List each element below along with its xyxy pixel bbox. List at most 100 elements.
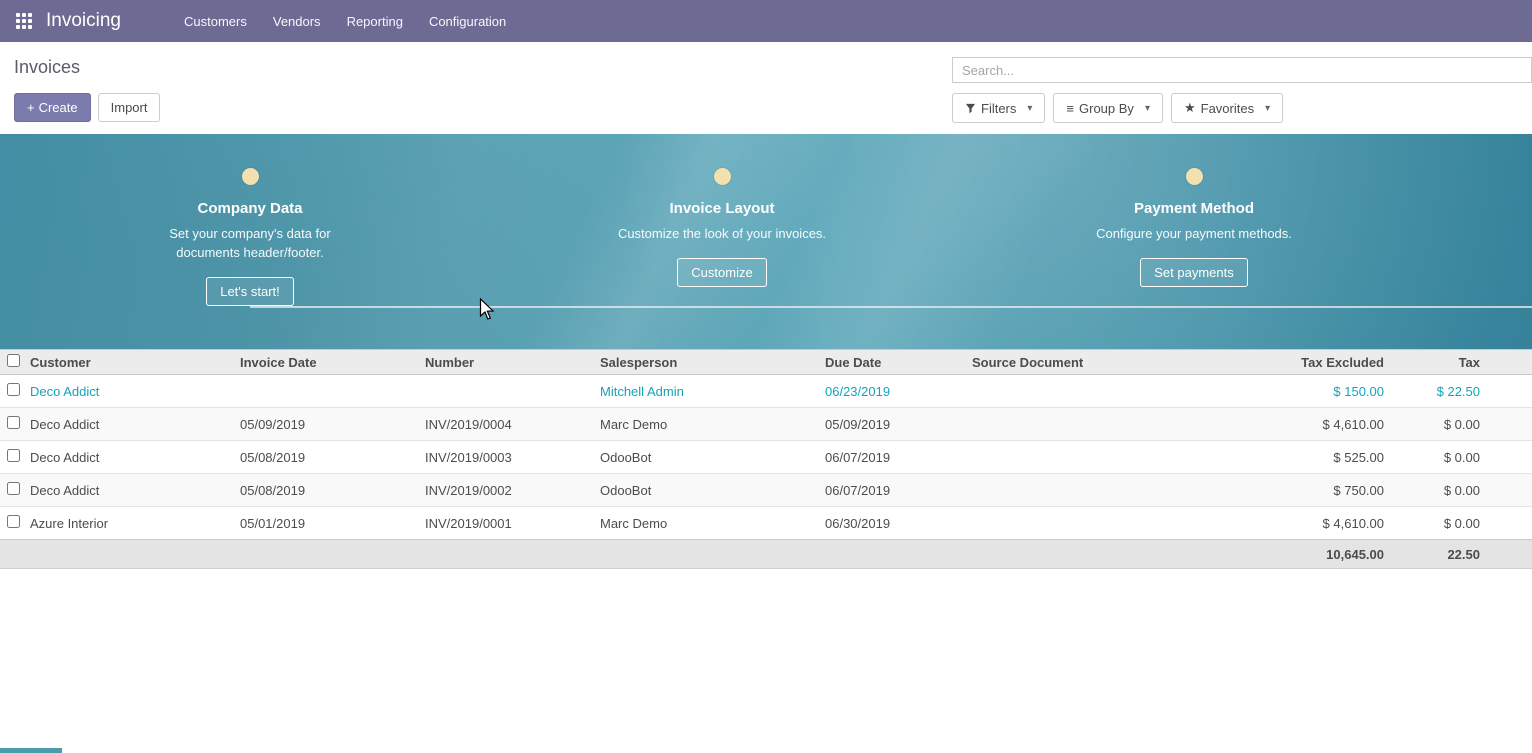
cell-salesperson: Marc Demo [596, 507, 821, 540]
step-dot-icon [714, 168, 731, 185]
group-by-button[interactable]: ≡ Group By ▾ [1053, 93, 1163, 123]
create-button[interactable]: + Create [14, 93, 91, 122]
onboarding-progress-line [250, 306, 1532, 308]
cell-customer: Deco Addict [26, 375, 236, 408]
cell-invoice-date: 05/09/2019 [236, 408, 421, 441]
column-header-tax[interactable]: Tax [1388, 350, 1484, 375]
step-title: Company Data [120, 200, 380, 217]
step-description: Configure your payment methods. [1084, 225, 1304, 244]
column-header-filler [1484, 350, 1532, 375]
cell-number: INV/2019/0001 [421, 507, 596, 540]
column-header-source-document[interactable]: Source Document [968, 350, 1218, 375]
import-button[interactable]: Import [98, 93, 161, 122]
cell-salesperson: OdooBot [596, 441, 821, 474]
table-header-row: Customer Invoice Date Number Salesperson… [0, 350, 1532, 375]
cell-invoice-date: 05/01/2019 [236, 507, 421, 540]
row-checkbox[interactable] [7, 416, 20, 429]
apps-grid-icon [16, 13, 32, 29]
menu-vendors[interactable]: Vendors [260, 0, 334, 42]
total-tax: 22.50 [1388, 540, 1484, 569]
cell-tax: $ 0.00 [1388, 507, 1484, 540]
invoices-table: Customer Invoice Date Number Salesperson… [0, 349, 1532, 569]
cell-tax: $ 0.00 [1388, 408, 1484, 441]
column-header-due-date[interactable]: Due Date [821, 350, 968, 375]
cell-customer: Azure Interior [26, 507, 236, 540]
cell-tax: $ 22.50 [1388, 375, 1484, 408]
column-header-tax-excluded[interactable]: Tax Excluded [1218, 350, 1388, 375]
cell-number: INV/2019/0003 [421, 441, 596, 474]
cell-due-date: 06/07/2019 [821, 441, 968, 474]
cell-due-date: 06/07/2019 [821, 474, 968, 507]
bottom-accent-strip [0, 748, 62, 753]
apps-menu-icon[interactable] [10, 7, 38, 35]
menu-reporting[interactable]: Reporting [334, 0, 416, 42]
column-header-invoice-date[interactable]: Invoice Date [236, 350, 421, 375]
cell-due-date: 06/30/2019 [821, 507, 968, 540]
cell-number: INV/2019/0002 [421, 474, 596, 507]
cell-tax: $ 0.00 [1388, 474, 1484, 507]
cell-salesperson: OdooBot [596, 474, 821, 507]
row-checkbox[interactable] [7, 482, 20, 495]
cell-tax-excluded: $ 750.00 [1218, 474, 1388, 507]
row-checkbox[interactable] [7, 383, 20, 396]
cell-tax-excluded: $ 150.00 [1218, 375, 1388, 408]
cell-salesperson: Mitchell Admin [596, 375, 821, 408]
favorites-button-label: Favorites [1201, 101, 1254, 116]
caret-down-icon: ▾ [1027, 103, 1032, 114]
group-by-icon: ≡ [1066, 101, 1074, 116]
table-row[interactable]: Deco Addict 05/08/2019 INV/2019/0002 Odo… [0, 474, 1532, 507]
control-panel: Invoices + Create Import Filters ▾ ≡ Grou… [0, 42, 1532, 134]
cell-invoice-date: 05/08/2019 [236, 474, 421, 507]
step-title: Payment Method [1064, 200, 1324, 217]
step-dot-icon [242, 168, 259, 185]
cell-salesperson: Marc Demo [596, 408, 821, 441]
cell-customer: Deco Addict [26, 441, 236, 474]
step-title: Invoice Layout [592, 200, 852, 217]
search-input[interactable] [952, 57, 1532, 83]
total-tax-excluded: 10,645.00 [1218, 540, 1388, 569]
cell-due-date: 05/09/2019 [821, 408, 968, 441]
onboarding-step-payment-method: Payment Method Configure your payment me… [1064, 168, 1324, 287]
cell-tax-excluded: $ 4,610.00 [1218, 507, 1388, 540]
column-header-number[interactable]: Number [421, 350, 596, 375]
menu-configuration[interactable]: Configuration [416, 0, 519, 42]
set-payments-button[interactable]: Set payments [1140, 258, 1248, 287]
create-button-label: Create [39, 100, 78, 115]
cell-invoice-date: 05/08/2019 [236, 441, 421, 474]
group-by-button-label: Group By [1079, 101, 1134, 116]
caret-down-icon: ▾ [1265, 103, 1270, 114]
row-checkbox[interactable] [7, 515, 20, 528]
favorites-button[interactable]: ★ Favorites ▾ [1171, 93, 1283, 123]
customize-button[interactable]: Customize [677, 258, 766, 287]
table-row[interactable]: Deco Addict Mitchell Admin 06/23/2019 $ … [0, 375, 1532, 408]
lets-start-button[interactable]: Let's start! [206, 277, 294, 306]
table-row[interactable]: Deco Addict 05/08/2019 INV/2019/0003 Odo… [0, 441, 1532, 474]
row-checkbox[interactable] [7, 449, 20, 462]
cell-number: INV/2019/0004 [421, 408, 596, 441]
cell-source-document [968, 507, 1218, 540]
plus-icon: + [27, 100, 35, 115]
cell-tax: $ 0.00 [1388, 441, 1484, 474]
cell-customer: Deco Addict [26, 474, 236, 507]
table-row[interactable]: Deco Addict 05/09/2019 INV/2019/0004 Mar… [0, 408, 1532, 441]
cell-source-document [968, 441, 1218, 474]
select-all-checkbox[interactable] [7, 354, 20, 367]
column-header-salesperson[interactable]: Salesperson [596, 350, 821, 375]
step-description: Set your company's data for documents he… [140, 225, 360, 263]
app-brand[interactable]: Invoicing [46, 10, 121, 32]
table-row[interactable]: Azure Interior 05/01/2019 INV/2019/0001 … [0, 507, 1532, 540]
page-title: Invoices [14, 57, 160, 78]
onboarding-step-company-data: Company Data Set your company's data for… [120, 168, 380, 306]
cell-number [421, 375, 596, 408]
cell-tax-excluded: $ 525.00 [1218, 441, 1388, 474]
totals-row: 10,645.00 22.50 [0, 540, 1532, 569]
filters-button[interactable]: Filters ▾ [952, 93, 1045, 123]
cell-due-date: 06/23/2019 [821, 375, 968, 408]
filter-icon [965, 103, 976, 114]
step-description: Customize the look of your invoices. [612, 225, 832, 244]
cell-customer: Deco Addict [26, 408, 236, 441]
column-header-customer[interactable]: Customer [26, 350, 236, 375]
menu-customers[interactable]: Customers [171, 0, 260, 42]
onboarding-step-invoice-layout: Invoice Layout Customize the look of you… [592, 168, 852, 287]
step-dot-icon [1186, 168, 1203, 185]
